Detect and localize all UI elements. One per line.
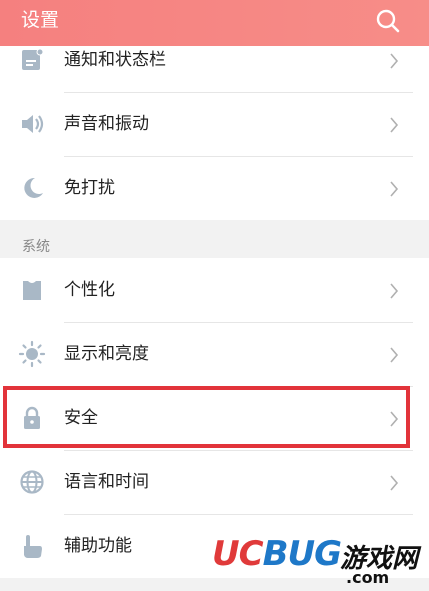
brightness-icon (18, 340, 46, 368)
notification-icon (22, 48, 44, 70)
settings-item-label: 通知和状态栏 (64, 50, 166, 70)
settings-item-label: 免打扰 (64, 178, 115, 198)
watermark-logo: UCBUG 游戏网 .com (212, 530, 422, 590)
highlight-box (3, 386, 410, 448)
chevron-right-icon (390, 283, 399, 299)
speaker-icon (22, 115, 44, 133)
watermark-letter: U (212, 534, 240, 574)
chevron-right-icon (390, 53, 399, 69)
chevron-right-icon (390, 181, 399, 197)
moon-icon (24, 177, 43, 198)
settings-group-top: 通知和状态栏 声音和振动 免打扰 (0, 46, 429, 220)
settings-item-label: 个性化 (64, 280, 115, 300)
settings-item-sound[interactable]: 声音和振动 (0, 92, 429, 156)
settings-item-personalize[interactable]: 个性化 (0, 258, 429, 322)
watermark-brand: UCBUG (212, 534, 342, 574)
settings-item-language[interactable]: 语言和时间 (0, 450, 429, 514)
chevron-right-icon (390, 117, 399, 133)
settings-item-dnd[interactable]: 免打扰 (0, 156, 429, 220)
watermark-com: .com (346, 568, 390, 587)
watermark-letter: C (238, 534, 264, 574)
watermark-letters: BUG (262, 534, 342, 574)
chevron-right-icon (390, 475, 399, 491)
section-label-system: 系统 (22, 239, 50, 255)
settings-item-label: 声音和振动 (64, 114, 149, 134)
settings-item-label: 语言和时间 (64, 472, 149, 492)
settings-item-notifications[interactable]: 通知和状态栏 (0, 28, 429, 92)
settings-item-label: 显示和亮度 (64, 344, 149, 364)
chevron-right-icon (390, 347, 399, 363)
personalize-icon (23, 281, 41, 300)
globe-icon (20, 470, 44, 494)
settings-item-display[interactable]: 显示和亮度 (0, 322, 429, 386)
hand-icon (24, 535, 42, 558)
settings-item-label: 辅助功能 (64, 536, 132, 556)
